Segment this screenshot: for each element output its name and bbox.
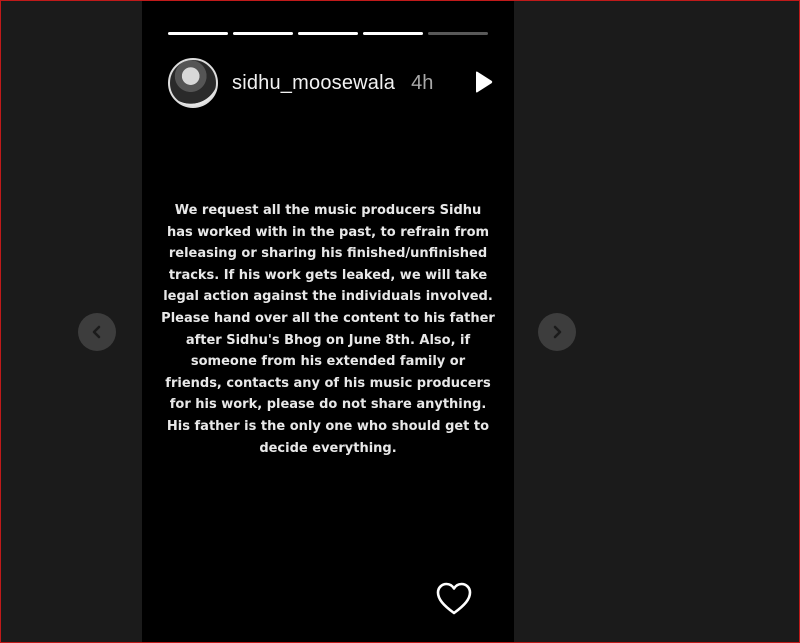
message-line: His father is the only one who should ge…	[166, 418, 490, 434]
play-button[interactable]	[468, 67, 498, 97]
like-button[interactable]	[435, 581, 473, 617]
message-line: after Sidhu's Bhog on June 8th. Also, if	[185, 332, 471, 348]
story-card[interactable]: sidhu_moosewala 4h We request all the mu…	[142, 0, 514, 643]
story-message-text: We request all the music producers Sidhu…	[142, 200, 514, 459]
progress-segment	[363, 32, 423, 35]
message-line: legal action against the individuals inv…	[163, 289, 493, 305]
heart-icon	[436, 582, 472, 615]
progress-segment	[168, 32, 228, 35]
message-line: for his work, please do not share anythi…	[169, 397, 487, 413]
next-story-button[interactable]	[538, 313, 576, 351]
message-line: Please hand over all the content to his …	[161, 310, 495, 326]
username-link[interactable]: sidhu_moosewala	[232, 72, 395, 95]
story-timestamp: 4h	[411, 71, 434, 94]
message-line: We request all the music producers Sidhu	[174, 203, 482, 218]
play-icon	[476, 71, 493, 93]
message-line: someone from his extended family or	[190, 354, 466, 370]
previous-story-button[interactable]	[78, 313, 116, 351]
story-header: sidhu_moosewala 4h	[168, 55, 514, 111]
chevron-left-icon	[92, 325, 101, 339]
story-progress-bar	[168, 32, 488, 35]
message-line: releasing or sharing his finished/unfini…	[168, 246, 488, 262]
message-line: tracks. If his work gets leaked, we will…	[168, 267, 488, 283]
message-line: decide everything.	[259, 440, 397, 456]
progress-segment	[428, 32, 488, 35]
progress-segment	[298, 32, 358, 35]
avatar[interactable]	[168, 58, 218, 108]
message-line: friends, contacts any of his music produ…	[165, 375, 491, 391]
message-line: has worked with in the past, to refrain …	[166, 224, 490, 240]
chevron-right-icon	[553, 325, 562, 339]
progress-segment	[233, 32, 293, 35]
